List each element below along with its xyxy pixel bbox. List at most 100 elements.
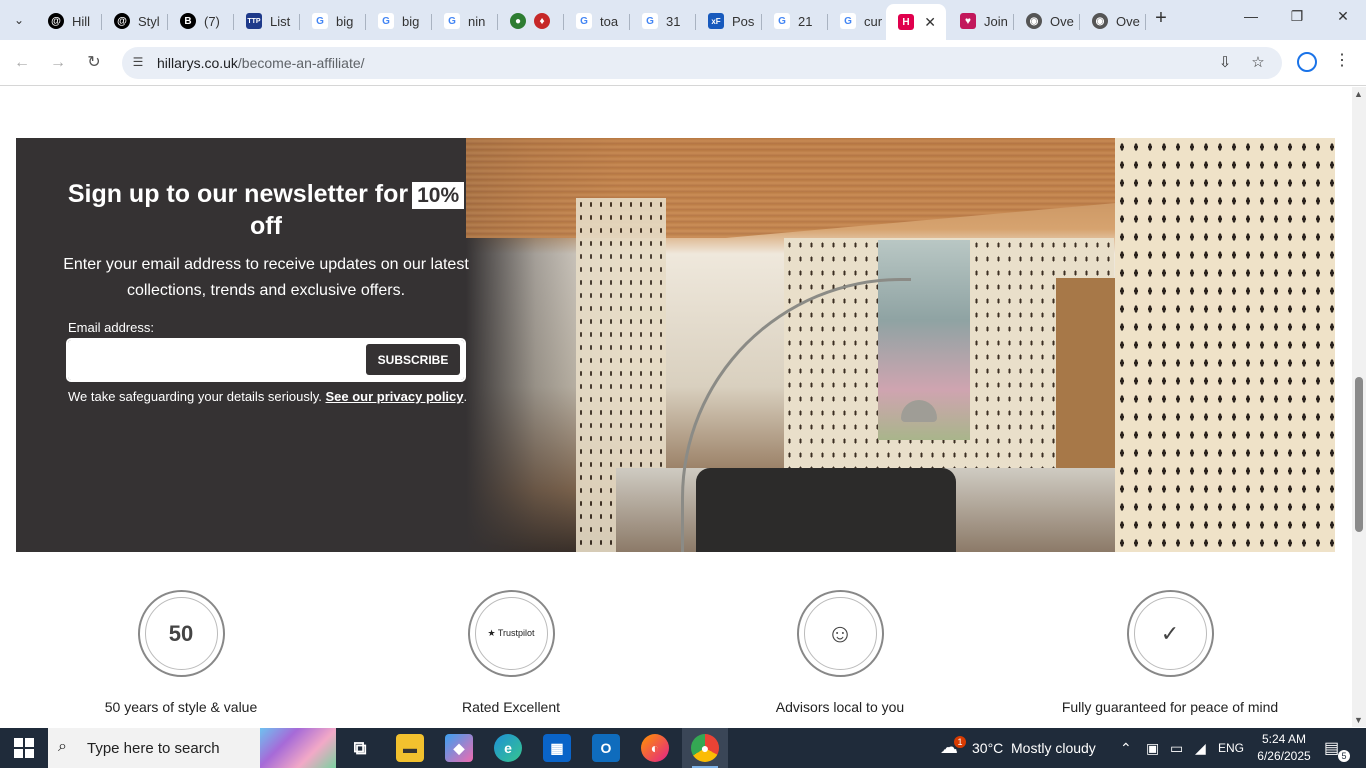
browser-toolbar: ← → ↻ ☰ hillarys.co.uk/become-an-affilia… [0, 40, 1366, 86]
ttp-icon: TTP [246, 13, 262, 29]
address-bar[interactable]: ☰ hillarys.co.uk/become-an-affiliate/ ⇩ … [122, 47, 1282, 79]
site-info-icon[interactable]: ☰ [130, 55, 146, 71]
edge-icon[interactable]: e [494, 734, 522, 762]
living-room-photo [466, 138, 1335, 552]
windows-start-icon[interactable] [14, 738, 34, 758]
url-text[interactable]: hillarys.co.uk/become-an-affiliate/ [157, 55, 365, 71]
show-hidden-icons-icon[interactable]: ⌃ [1120, 740, 1132, 757]
task-view-icon[interactable]: ⧉ [346, 734, 374, 762]
newsletter-title: Sign up to our newsletter for 10% off [56, 178, 476, 242]
meet-now-icon[interactable]: ▣ [1146, 740, 1159, 757]
new-tab-button[interactable]: + [1150, 8, 1172, 30]
chrome-icon[interactable]: ● [691, 734, 719, 762]
tab-7[interactable]: G nin [432, 6, 498, 36]
threads-icon: @ [48, 13, 64, 29]
system-clock[interactable]: 5:24 AM 6/26/2025 [1256, 731, 1312, 765]
restore-button[interactable]: ❐ [1282, 8, 1312, 32]
page-scrollbar[interactable]: ▲ ▼ [1352, 87, 1366, 727]
close-window-button[interactable]: ✕ [1328, 8, 1358, 32]
copilot-icon[interactable]: ◆ [445, 734, 473, 762]
tab-label: nin [468, 13, 486, 29]
taskbar-search[interactable]: ⌕ Type here to search [48, 728, 336, 768]
tab-15[interactable]: ♥ Join [948, 6, 1014, 36]
back-button[interactable]: ← [11, 52, 33, 74]
tab-label: Ove [1050, 13, 1074, 29]
profile-avatar-icon[interactable] [1297, 52, 1317, 72]
forward-button[interactable]: → [47, 52, 69, 74]
tab-17[interactable]: ◉ Ove [1080, 6, 1146, 36]
google-icon: G [378, 13, 394, 29]
tab-5[interactable]: G big [300, 6, 366, 36]
feature-caption: Fully guaranteed for peace of mind [1061, 699, 1279, 715]
google-icon: G [312, 13, 328, 29]
wifi-icon[interactable]: ◢ [1195, 740, 1206, 757]
hillarys-icon: H [898, 14, 914, 30]
tab-active-hillarys[interactable]: H ✕ [886, 4, 946, 40]
tab-12[interactable]: G 21 [762, 6, 828, 36]
language-indicator[interactable]: ENG [1218, 741, 1244, 755]
xf-icon: xF [708, 13, 724, 29]
tab-1[interactable]: @ Hill [36, 6, 102, 36]
microsoft-store-icon[interactable]: ▦ [543, 734, 571, 762]
tab-11[interactable]: xF Pos [696, 6, 762, 36]
tab-10[interactable]: G 31 [630, 6, 696, 36]
bookmark-star-icon[interactable]: ☆ [1248, 53, 1268, 73]
weather-desc[interactable]: Mostly cloudy [1011, 740, 1096, 756]
weather-badge: 1 [954, 736, 966, 748]
notifications-icon[interactable]: ▤ [1324, 738, 1339, 758]
tab-3[interactable]: B (7) [168, 6, 234, 36]
firefox-icon[interactable]: ◐ [641, 734, 669, 762]
subscribe-button[interactable]: SUBSCRIBE [366, 344, 460, 375]
feature-advisors: ☺ Advisors local to you [710, 590, 970, 715]
tab-label: Hill [72, 13, 91, 29]
outlook-icon[interactable]: O [592, 734, 620, 762]
tab-13[interactable]: G cur [828, 6, 886, 36]
tab-6[interactable]: G big [366, 6, 432, 36]
email-input[interactable] [74, 346, 364, 374]
tab-label: Join [984, 13, 1008, 29]
tab-2[interactable]: @ Styl [102, 6, 168, 36]
weather-temp[interactable]: 30°C [972, 740, 1003, 756]
close-tab-icon[interactable]: ✕ [924, 14, 936, 31]
tab-label: big [336, 13, 354, 29]
guarantee-seal-icon: ✓ [1126, 590, 1214, 677]
browser-menu-icon[interactable]: ⋮ [1334, 50, 1350, 70]
minimize-button[interactable]: — [1236, 8, 1266, 32]
privacy-policy-link[interactable]: See our privacy policy [326, 389, 464, 404]
tab-strip: ⌄ @ Hill @ Styl B (7) TTP List G big G b… [0, 0, 1366, 40]
badge-icon: ♦ [534, 13, 550, 29]
tab-16[interactable]: ◉ Ove [1014, 6, 1080, 36]
feature-caption: Advisors local to you [775, 699, 905, 715]
install-app-icon[interactable]: ⇩ [1215, 53, 1235, 73]
tab-8[interactable]: ● ♦ [498, 6, 564, 36]
heart-icon: ♥ [960, 13, 976, 29]
feature-guaranteed: ✓ Fully guaranteed for peace of mind [1040, 590, 1300, 715]
tab-label: 31 [666, 13, 681, 29]
discount-badge: 10% [412, 182, 465, 209]
file-explorer-icon[interactable]: ▬ [396, 734, 424, 762]
globe-icon: ● [510, 13, 526, 29]
tab-4[interactable]: TTP List [234, 6, 300, 36]
search-icon: ⌕ [58, 738, 67, 755]
tab-9[interactable]: G toa [564, 6, 630, 36]
scrollbar-thumb[interactable] [1355, 377, 1363, 532]
feature-caption: Rated Excellent [461, 699, 561, 715]
clock-time: 5:24 AM [1261, 732, 1307, 746]
circle-logo-icon: ◉ [1026, 13, 1042, 29]
feature-50-years: 50 50 years of style & value [51, 590, 311, 715]
battery-icon[interactable]: ▭ [1170, 740, 1183, 757]
advisor-seal-icon: ☺ [796, 590, 884, 677]
tab-search-button[interactable]: ⌄ [6, 8, 32, 32]
tab-label: List [270, 13, 291, 29]
feature-caption: 50 years of style & value [104, 699, 258, 715]
google-icon: G [642, 13, 658, 29]
notification-count: 5 [1338, 750, 1350, 762]
windows-taskbar: ⌕ Type here to search ⧉ ▬ ◆ e ▦ O ◐ ● ☁ … [0, 728, 1366, 768]
search-highlight-art [260, 728, 336, 768]
tab-label: (7) [204, 13, 220, 29]
reload-button[interactable]: ↻ [83, 52, 105, 74]
scroll-up-icon[interactable]: ▲ [1354, 89, 1363, 99]
bold-b-icon: B [180, 13, 196, 29]
scroll-down-icon[interactable]: ▼ [1354, 715, 1363, 725]
tab-label: Pos [732, 13, 755, 29]
